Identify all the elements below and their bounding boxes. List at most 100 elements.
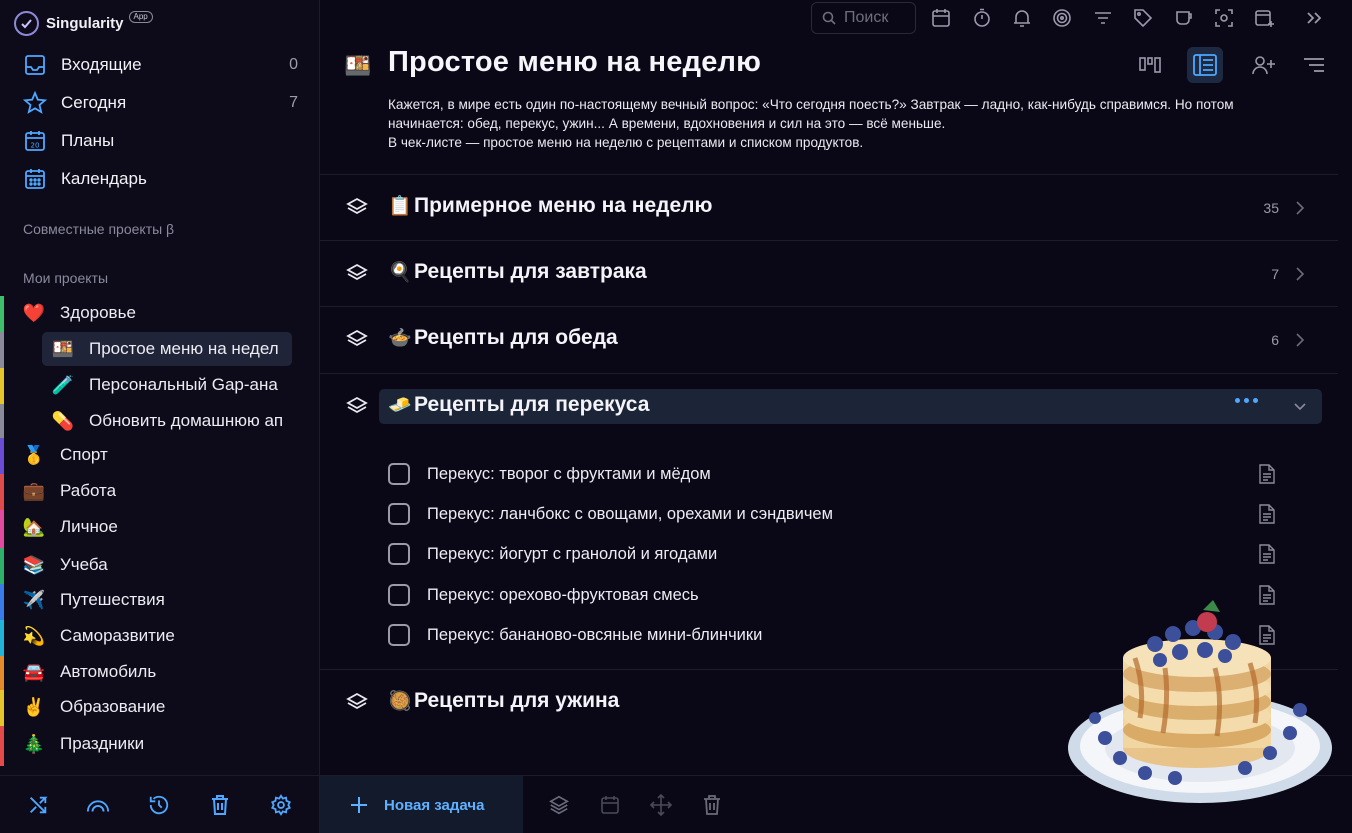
project-color-bar xyxy=(0,296,4,332)
project-car[interactable]: 🚘 Автомобиль xyxy=(22,655,292,689)
svg-text:20: 20 xyxy=(31,142,40,150)
trash-icon[interactable] xyxy=(208,793,232,817)
layers-icon[interactable] xyxy=(345,328,369,352)
collapse-right-icon[interactable] xyxy=(1302,6,1326,30)
project-study[interactable]: 📚 Учеба xyxy=(22,548,292,582)
nav-today[interactable]: Сегодня 7 xyxy=(22,88,298,118)
my-projects-title[interactable]: Мои проекты xyxy=(23,270,108,286)
calendar-icon[interactable] xyxy=(929,6,953,30)
task-item[interactable]: Перекус: йогурт с гранолой и ягодами xyxy=(388,541,1288,567)
nav-label: Сегодня xyxy=(61,93,127,112)
layers-icon[interactable] xyxy=(345,395,369,419)
project-travel[interactable]: ✈️ Путешествия xyxy=(22,583,292,617)
project-color-bar xyxy=(0,656,4,690)
sidebar: Singularity App Входящие 0 Сегодня 7 20 … xyxy=(0,0,320,833)
new-task-button[interactable]: Новая задача xyxy=(320,776,523,833)
task-label: Перекус: творог с фруктами и мёдом xyxy=(427,464,711,483)
settings-gear-icon[interactable] xyxy=(269,793,293,817)
history-icon[interactable] xyxy=(147,793,171,817)
search-input[interactable]: Поиск xyxy=(811,2,916,34)
project-work[interactable]: 💼 Работа xyxy=(22,474,292,508)
chevron-right-icon[interactable] xyxy=(1292,198,1308,218)
filter-icon[interactable] xyxy=(1091,6,1115,30)
project-color-bar xyxy=(0,404,4,438)
group-lunch[interactable]: 🍲 Рецепты для обеда 6 xyxy=(320,306,1338,372)
rainbow-icon[interactable] xyxy=(86,793,110,817)
project-color-bar xyxy=(0,332,4,368)
chevron-down-icon[interactable] xyxy=(1292,397,1308,417)
project-home-pharmacy[interactable]: 💊 Обновить домашнюю ап xyxy=(42,404,292,438)
nav-label: Планы xyxy=(61,131,115,150)
nav-calendar[interactable]: Календарь xyxy=(22,164,298,194)
trash-icon[interactable] xyxy=(700,793,724,817)
note-document-icon[interactable] xyxy=(1258,504,1276,524)
list-view-icon[interactable] xyxy=(1187,47,1223,83)
project-holidays[interactable]: 🎄 Праздники xyxy=(22,727,292,761)
stopwatch-icon[interactable] xyxy=(970,6,994,30)
group-count: 6 xyxy=(1271,332,1279,348)
calendar-icon[interactable] xyxy=(598,793,622,817)
bell-icon[interactable] xyxy=(1010,6,1034,30)
project-color-bar xyxy=(0,368,4,404)
project-self-development[interactable]: 💫 Саморазвитие xyxy=(22,619,292,653)
add-member-icon[interactable] xyxy=(1246,47,1282,83)
project-personal[interactable]: 🏡 Личное xyxy=(22,510,292,544)
group-weekly-menu[interactable]: 📋 Примерное меню на неделю 35 xyxy=(320,174,1338,240)
group-breakfast[interactable]: 🍳 Рецепты для завтрака 7 xyxy=(320,240,1338,306)
task-checkbox[interactable] xyxy=(388,543,410,565)
layers-icon[interactable] xyxy=(345,691,369,715)
project-label: Праздники xyxy=(60,734,145,753)
singularity-logo-icon xyxy=(14,10,39,36)
coffee-cup-icon[interactable] xyxy=(1172,6,1196,30)
project-label: Обновить домашнюю ап xyxy=(89,411,284,430)
dizzy-icon: 💫 xyxy=(22,625,46,646)
layers-icon[interactable] xyxy=(345,262,369,286)
task-checkbox[interactable] xyxy=(388,463,410,485)
task-checkbox[interactable] xyxy=(388,584,410,606)
shared-projects-title[interactable]: Совместные проекты β xyxy=(23,221,174,237)
task-checkbox[interactable] xyxy=(388,624,410,646)
task-item[interactable]: Перекус: творог с фруктами и мёдом xyxy=(388,461,1288,487)
nav-label: Календарь xyxy=(61,169,147,188)
project-color-bar xyxy=(0,726,4,766)
inbox-icon xyxy=(22,52,48,78)
project-label: Саморазвитие xyxy=(60,626,175,645)
add-window-icon[interactable] xyxy=(1252,6,1276,30)
project-sport[interactable]: 🥇 Спорт xyxy=(22,438,292,472)
board-view-icon[interactable] xyxy=(1132,47,1168,83)
layers-icon[interactable] xyxy=(345,196,369,220)
layers-icon[interactable] xyxy=(547,793,571,817)
chevron-right-icon[interactable] xyxy=(1292,330,1308,350)
project-gap-analysis[interactable]: 🧪 Персональный Gap-ана xyxy=(42,368,292,402)
project-label: Личное xyxy=(60,517,118,536)
note-document-icon[interactable] xyxy=(1258,544,1276,564)
calendar-20-icon: 20 xyxy=(22,128,48,154)
nav-inbox[interactable]: Входящие 0 xyxy=(22,50,298,80)
focus-scan-icon[interactable] xyxy=(1212,6,1236,30)
nav-plans[interactable]: 20 Планы xyxy=(22,126,298,156)
move-arrows-icon[interactable] xyxy=(649,793,673,817)
page-description[interactable]: Кажется, в мире есть один по-настоящему … xyxy=(388,95,1323,152)
chevron-right-icon[interactable] xyxy=(1292,264,1308,284)
bento-icon: 🍱 xyxy=(51,338,75,359)
page-title[interactable]: Простое меню на неделю xyxy=(388,46,761,79)
tag-icon[interactable] xyxy=(1131,6,1155,30)
more-options-icon[interactable] xyxy=(1235,398,1258,403)
brand[interactable]: Singularity App xyxy=(14,10,153,36)
project-health[interactable]: ❤️ Здоровье xyxy=(22,296,292,330)
project-weekly-menu[interactable]: 🍱 Простое меню на недел xyxy=(42,332,292,366)
note-document-icon[interactable] xyxy=(1258,464,1276,484)
stew-pot-icon: 🍲 xyxy=(388,328,412,349)
group-snack[interactable]: 🧈 Рецепты для перекуса xyxy=(320,373,1338,439)
task-item[interactable]: Перекус: ланчбокс с овощами, орехами и с… xyxy=(388,501,1288,527)
target-icon[interactable] xyxy=(1050,6,1074,30)
shuffle-icon[interactable] xyxy=(26,793,50,817)
task-label: Перекус: орехово-фруктовая смесь xyxy=(427,585,699,604)
group-title: Рецепты для завтрака xyxy=(414,260,647,283)
group-title: Рецепты для перекуса xyxy=(414,393,650,416)
project-education[interactable]: ✌️ Образование xyxy=(22,690,292,724)
project-color-bar xyxy=(0,690,4,726)
sort-lines-icon[interactable] xyxy=(1296,47,1332,83)
task-checkbox[interactable] xyxy=(388,503,410,525)
project-color-bar xyxy=(0,510,4,548)
